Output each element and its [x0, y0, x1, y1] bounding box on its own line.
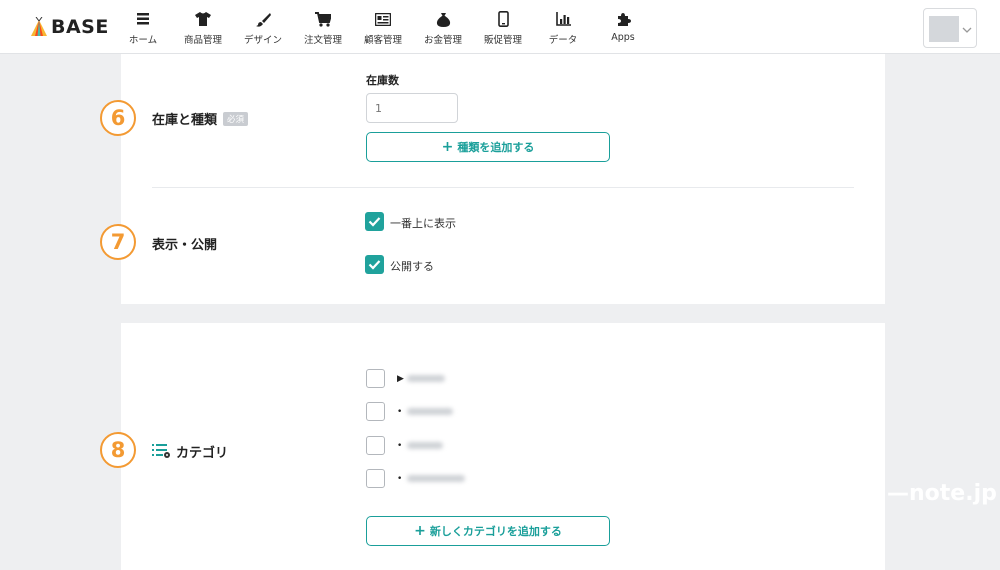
category-name-redacted: [407, 475, 465, 482]
show-on-top-checkbox[interactable]: [365, 212, 384, 231]
stock-visibility-card: [121, 54, 885, 304]
category-item[interactable]: •: [366, 469, 465, 488]
category-section-title: カテゴリ: [176, 446, 229, 461]
step-8-marker: 8: [100, 432, 136, 468]
nav-label: デザイン: [243, 35, 282, 46]
puzzle-icon: [616, 10, 631, 28]
top-header: BASE ホーム 商品管理 デザイン 注文管理 顧客管理 お金管理 販促管理 デ…: [0, 0, 1000, 54]
list-icon: [136, 10, 150, 28]
bullet-icon: •: [397, 473, 403, 484]
stock-quantity-input[interactable]: [366, 93, 458, 123]
money-bag-icon: [436, 10, 451, 28]
check-icon: [368, 260, 381, 270]
publish-checkbox[interactable]: [365, 255, 384, 274]
nav-label: ホーム: [128, 35, 158, 46]
chevron-down-icon: [962, 21, 972, 40]
nav-label: データ: [548, 35, 578, 46]
category-item[interactable]: •: [366, 436, 443, 455]
nav-orders[interactable]: 注文管理: [293, 8, 353, 48]
plus-icon: +: [414, 523, 426, 539]
nav-promotion[interactable]: 販促管理: [473, 8, 533, 48]
nav-label: Apps: [611, 32, 635, 43]
brush-icon: [255, 10, 271, 28]
nav-data[interactable]: データ: [533, 8, 593, 48]
nav-label: お金管理: [423, 35, 462, 46]
nav-home[interactable]: ホーム: [113, 8, 173, 48]
cart-icon: [315, 10, 331, 28]
category-name-redacted: [407, 375, 445, 382]
category-item[interactable]: ▶: [366, 369, 445, 388]
expand-arrow-icon[interactable]: ▶: [397, 374, 405, 384]
nav-label: 販促管理: [483, 35, 522, 46]
category-checkbox[interactable]: [366, 402, 385, 421]
add-category-button[interactable]: + 新しくカテゴリを追加する: [366, 516, 610, 546]
contact-card-icon: [375, 10, 391, 28]
watermark: —note.jp: [887, 481, 997, 506]
nav-customers[interactable]: 顧客管理: [353, 8, 413, 48]
bullet-icon: •: [397, 440, 403, 451]
avatar: [929, 16, 959, 42]
visibility-section-title: 表示・公開: [152, 238, 218, 253]
nav-money[interactable]: お金管理: [413, 8, 473, 48]
stock-title-text: 在庫と種類: [152, 113, 218, 128]
step-7-marker: 7: [100, 224, 136, 260]
category-checkbox[interactable]: [366, 369, 385, 388]
brand-name: BASE: [51, 16, 109, 38]
tent-logo-icon: [30, 16, 48, 37]
tshirt-icon: [195, 10, 211, 28]
nav-apps[interactable]: Apps: [593, 8, 653, 48]
category-item[interactable]: •: [366, 402, 453, 421]
publish-label: 公開する: [390, 260, 434, 273]
nav-label: 注文管理: [303, 35, 342, 46]
add-category-label: 新しくカテゴリを追加する: [429, 525, 562, 538]
category-checkbox[interactable]: [366, 469, 385, 488]
category-name-redacted: [407, 442, 443, 449]
category-name-redacted: [407, 408, 453, 415]
step-6-marker: 6: [100, 100, 136, 136]
add-variant-label: 種類を追加する: [457, 141, 535, 154]
check-icon: [368, 217, 381, 227]
stock-section-title: 在庫と種類 必須: [152, 109, 249, 128]
bullet-icon: •: [397, 406, 403, 417]
nav-design[interactable]: デザイン: [233, 8, 293, 48]
nav-products[interactable]: 商品管理: [173, 8, 233, 48]
base-logo[interactable]: BASE: [30, 16, 109, 38]
smartphone-icon: [497, 10, 509, 28]
category-checkbox[interactable]: [366, 436, 385, 455]
show-on-top-label: 一番上に表示: [390, 217, 456, 230]
required-badge: 必須: [223, 112, 249, 126]
stock-quantity-label: 在庫数: [366, 74, 399, 87]
bar-chart-icon: [555, 10, 571, 28]
nav-label: 商品管理: [183, 35, 222, 46]
category-list-icon: [152, 443, 171, 462]
add-variant-button[interactable]: + 種類を追加する: [366, 132, 610, 162]
plus-icon: +: [441, 139, 454, 155]
main-nav: ホーム 商品管理 デザイン 注文管理 顧客管理 お金管理 販促管理 データ Ap…: [113, 8, 653, 48]
section-divider: [152, 187, 854, 188]
account-menu[interactable]: [923, 8, 977, 48]
nav-label: 顧客管理: [363, 35, 402, 46]
